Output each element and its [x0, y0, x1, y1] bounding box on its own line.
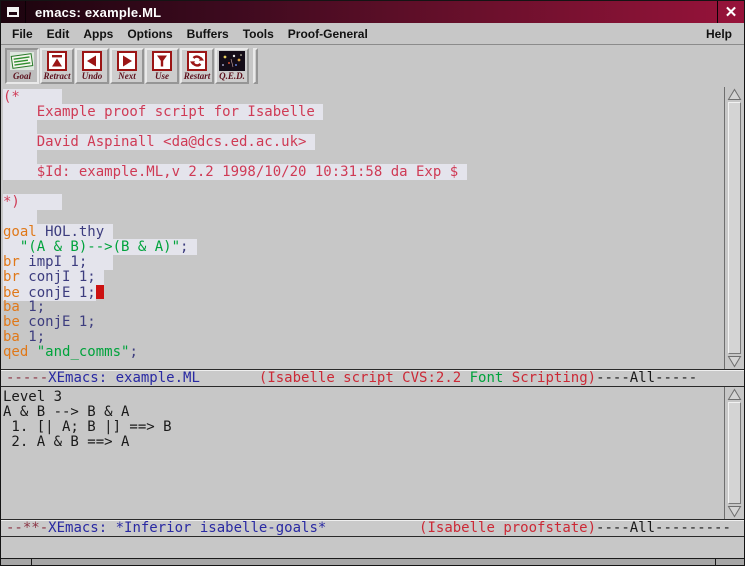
titlebar: emacs: example.ML ✕: [1, 1, 744, 23]
menu-item-edit[interactable]: Edit: [40, 25, 77, 43]
undo-button-label: Undo: [82, 71, 103, 81]
modeline-goals[interactable]: --**-XEmacs: *Inferior isabelle-goals* (…: [1, 519, 744, 537]
menubar: FileEditAppsOptionsBuffersToolsProof-Gen…: [1, 23, 744, 45]
qed-fireworks-icon: [219, 51, 245, 71]
xemacs-window: emacs: example.ML ✕ FileEditAppsOptionsB…: [0, 0, 745, 566]
menu-item-proof-general[interactable]: Proof-General: [281, 25, 375, 43]
close-icon: ✕: [725, 3, 738, 21]
code-line[interactable]: [3, 150, 724, 165]
echo-area[interactable]: [1, 537, 744, 558]
goals-buffer[interactable]: Level 3A & B --> B & A 1. [| A; B |] ==>…: [1, 387, 724, 519]
scroll-up-icon[interactable]: [727, 388, 742, 401]
undo-icon: [79, 51, 105, 71]
code-line[interactable]: "(A & B)-->(B & A)";: [3, 240, 724, 255]
use-button[interactable]: Use: [145, 48, 179, 84]
menubar-items: FileEditAppsOptionsBuffersToolsProof-Gen…: [5, 25, 375, 43]
next-icon: [114, 51, 140, 71]
code-line[interactable]: be conjE 1;: [3, 315, 724, 330]
code-line[interactable]: [3, 210, 724, 225]
toolbar-separator: [253, 48, 258, 84]
scroll-down-icon[interactable]: [727, 505, 742, 518]
goals-line[interactable]: Level 3: [3, 390, 724, 405]
script-buffer-window: (* Example proof script for Isabelle Dav…: [1, 87, 744, 369]
use-button-label: Use: [155, 71, 169, 81]
code-line[interactable]: [3, 120, 724, 135]
code-line[interactable]: *): [3, 195, 724, 210]
bottom-frame-bar: [1, 558, 744, 566]
toolbar: Goal Retract Undo Next: [1, 45, 744, 88]
menu-item-file[interactable]: File: [5, 25, 40, 43]
next-button[interactable]: Next: [110, 48, 144, 84]
code-line[interactable]: David Aspinall <da@dcs.ed.ac.uk>: [3, 135, 724, 150]
modeline-script[interactable]: -----XEmacs: example.ML (Isabelle script…: [1, 369, 744, 387]
restart-icon: [184, 51, 210, 71]
goal-scroll-icon: [9, 51, 35, 71]
use-icon: [149, 51, 175, 71]
window-title: emacs: example.ML: [35, 5, 161, 20]
goal-button[interactable]: Goal: [5, 48, 39, 84]
goals-line[interactable]: A & B --> B & A: [3, 405, 724, 420]
frame-handle-divider: [31, 559, 32, 566]
next-button-label: Next: [118, 71, 136, 81]
retract-button[interactable]: Retract: [40, 48, 74, 84]
retract-button-label: Retract: [44, 71, 71, 81]
goals-line[interactable]: 2. A & B ==> A: [3, 435, 724, 450]
qed-button-label: Q.E.D.: [219, 71, 245, 81]
code-line[interactable]: (*: [3, 90, 724, 105]
script-buffer[interactable]: (* Example proof script for Isabelle Dav…: [1, 87, 724, 369]
code-line[interactable]: $Id: example.ML,v 2.2 1998/10/20 10:31:5…: [3, 165, 724, 180]
scrollbar-thumb[interactable]: [728, 402, 741, 504]
retract-icon: [44, 51, 70, 71]
code-line[interactable]: br impI 1;: [3, 255, 724, 270]
goals-scrollbar[interactable]: [724, 387, 744, 519]
restart-button[interactable]: Restart: [180, 48, 214, 84]
menu-item-buffers[interactable]: Buffers: [180, 25, 236, 43]
goal-button-label: Goal: [13, 71, 31, 81]
window-menu-icon: [7, 7, 19, 17]
scroll-up-icon[interactable]: [727, 88, 742, 101]
window-menu-button[interactable]: [1, 1, 26, 23]
scrollbar-thumb[interactable]: [728, 102, 741, 354]
goals-line[interactable]: 1. [| A; B |] ==> B: [3, 420, 724, 435]
menu-item-apps[interactable]: Apps: [76, 25, 120, 43]
menu-item-tools[interactable]: Tools: [236, 25, 281, 43]
text-cursor: [96, 285, 104, 299]
qed-button[interactable]: Q.E.D.: [215, 48, 249, 84]
scroll-down-icon[interactable]: [727, 355, 742, 368]
frame-handle-divider: [715, 559, 716, 566]
script-scrollbar[interactable]: [724, 87, 744, 369]
goals-buffer-window: Level 3A & B --> B & A 1. [| A; B |] ==>…: [1, 387, 744, 519]
code-line[interactable]: qed "and_comms";: [3, 345, 724, 360]
code-line[interactable]: [3, 180, 724, 195]
code-line[interactable]: goal HOL.thy: [3, 225, 724, 240]
qed-button-label-wrap: Restart: [184, 71, 211, 81]
code-line[interactable]: ba 1;: [3, 330, 724, 345]
code-line[interactable]: ba 1;: [3, 300, 724, 315]
menu-item-options[interactable]: Options: [120, 25, 179, 43]
code-line[interactable]: Example proof script for Isabelle: [3, 105, 724, 120]
code-line[interactable]: br conjI 1;: [3, 270, 724, 285]
menu-help[interactable]: Help: [698, 25, 740, 43]
code-line[interactable]: be conjE 1;: [3, 285, 724, 300]
close-button[interactable]: ✕: [717, 1, 744, 23]
undo-button[interactable]: Undo: [75, 48, 109, 84]
